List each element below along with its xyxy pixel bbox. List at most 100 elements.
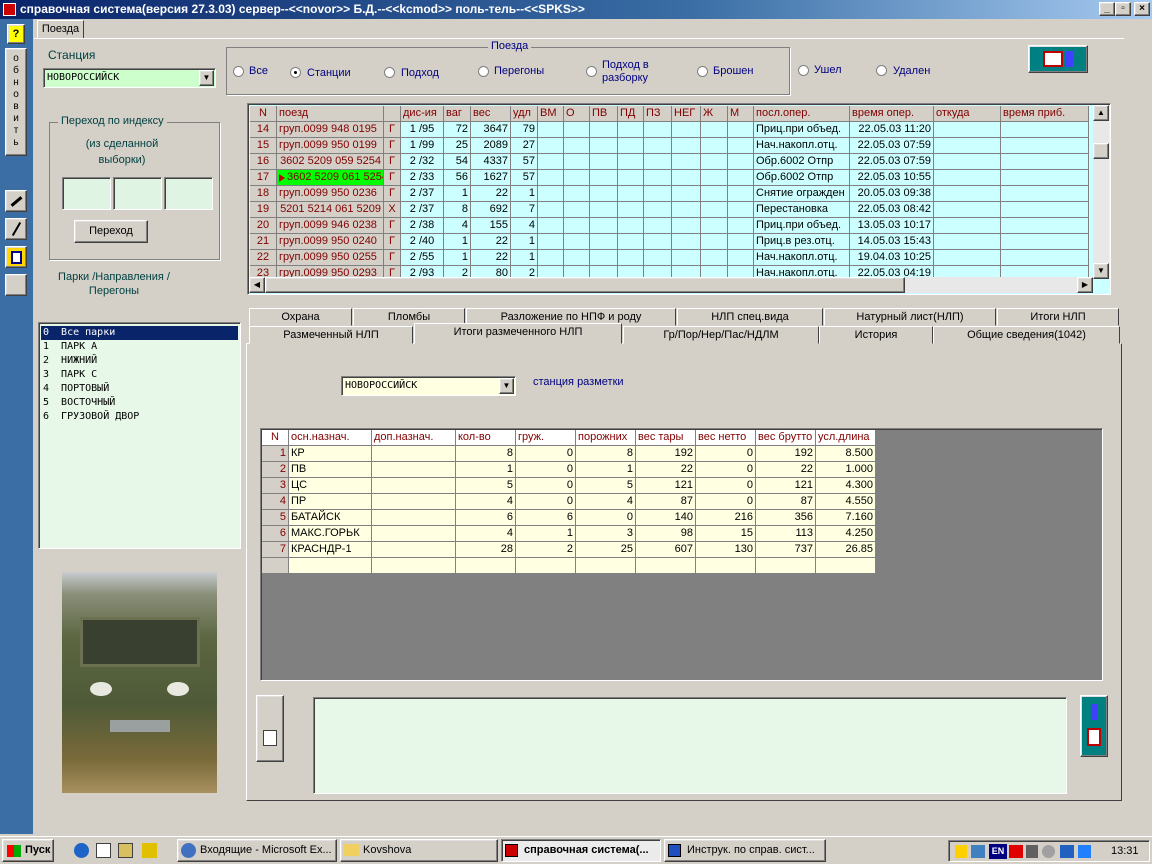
summary-cell[interactable]: 8 <box>456 446 516 462</box>
index-field-2[interactable] <box>113 177 162 210</box>
trains-header-10[interactable]: ПД <box>618 106 644 122</box>
line-tool-button[interactable] <box>5 218 27 240</box>
trains-cell[interactable] <box>564 250 590 266</box>
trains-cell[interactable] <box>644 122 672 138</box>
trains-cell[interactable]: Нач.накопл.отц. <box>754 250 850 266</box>
trains-cell[interactable]: груп.0099 946 0238 <box>277 218 384 234</box>
trains-cell[interactable]: Приц.при объед. <box>754 122 850 138</box>
summary-row-number[interactable]: 6 <box>262 526 289 542</box>
trains-cell[interactable] <box>672 170 701 186</box>
trains-cell[interactable]: 2 /32 <box>401 154 444 170</box>
trains-table[interactable]: Nпоезд дис-ия ваг вес удл ВМ О ПВ ПД ПЗ НЕГ Ж Мпосл.… <box>247 103 1111 295</box>
trains-cell[interactable] <box>1001 202 1089 218</box>
trains-cell[interactable]: 4 <box>444 218 471 234</box>
summary-cell[interactable]: 121 <box>756 478 816 494</box>
trains-cell[interactable] <box>564 154 590 170</box>
summary-header-1[interactable]: осн.назнач. <box>289 430 372 446</box>
summary-cell[interactable]: 15 <box>696 526 756 542</box>
trains-cell[interactable]: груп.0099 950 0199 <box>277 138 384 154</box>
summary-cell[interactable]: 1 <box>576 462 636 478</box>
trains-row-number[interactable]: 21 <box>250 234 277 250</box>
trains-cell[interactable]: Х <box>384 202 401 218</box>
trains-cell[interactable]: 22.05.03 07:59 <box>850 138 934 154</box>
trains-cell[interactable] <box>538 218 564 234</box>
trains-cell[interactable]: Г <box>384 218 401 234</box>
trains-cell[interactable]: 1627 <box>471 170 511 186</box>
trains-cell[interactable] <box>564 138 590 154</box>
scroll-left-button[interactable]: ◀ <box>249 277 265 293</box>
trains-cell[interactable] <box>728 186 754 202</box>
trains-cell[interactable] <box>1001 186 1089 202</box>
close-button[interactable]: × <box>1134 2 1150 16</box>
summary-cell[interactable] <box>372 542 456 558</box>
taskbar-button-outlook[interactable]: Входящие - Microsoft Ex... <box>177 839 337 862</box>
park-item-all[interactable]: 0 Все парки <box>41 326 238 340</box>
summary-cell[interactable] <box>816 558 876 574</box>
trains-row-number[interactable]: 14 <box>250 122 277 138</box>
trains-header-15[interactable]: посл.опер. <box>754 106 850 122</box>
hscroll-thumb[interactable] <box>265 277 905 293</box>
trains-header-4[interactable]: ваг <box>444 106 471 122</box>
summary-row-number[interactable]: 2 <box>262 462 289 478</box>
summary-cell[interactable] <box>372 494 456 510</box>
tab-1[interactable]: Охрана <box>249 308 352 326</box>
trains-cell[interactable]: 692 <box>471 202 511 218</box>
summary-cell[interactable]: 25 <box>576 542 636 558</box>
trains-cell[interactable] <box>1001 250 1089 266</box>
trains-cell[interactable] <box>934 170 1001 186</box>
trains-cell[interactable]: 2 /38 <box>401 218 444 234</box>
trains-cell[interactable] <box>1001 218 1089 234</box>
summary-cell[interactable]: МАКС.ГОРЬК <box>289 526 372 542</box>
summary-cell[interactable]: 130 <box>696 542 756 558</box>
trains-cell[interactable]: 22 <box>471 186 511 202</box>
summary-row-number[interactable]: 4 <box>262 494 289 510</box>
trains-cell[interactable]: Перестановка <box>754 202 850 218</box>
trains-cell[interactable] <box>564 186 590 202</box>
trains-cell[interactable]: 8 <box>444 202 471 218</box>
trains-cell[interactable] <box>701 202 728 218</box>
trains-cell[interactable]: Обр.6002 Отпр <box>754 154 850 170</box>
tab-7[interactable]: Размеченный НЛП <box>249 326 413 344</box>
summary-cell[interactable]: 607 <box>636 542 696 558</box>
trains-cell[interactable] <box>590 218 618 234</box>
trains-header-9[interactable]: ПВ <box>590 106 618 122</box>
trains-cell[interactable] <box>618 154 644 170</box>
trains-header-8[interactable]: О <box>564 106 590 122</box>
summary-cell[interactable] <box>576 558 636 574</box>
trains-cell[interactable]: 22.05.03 10:55 <box>850 170 934 186</box>
trains-cell[interactable] <box>590 154 618 170</box>
trains-header-0[interactable]: N <box>250 106 277 122</box>
trains-cell[interactable] <box>728 170 754 186</box>
trains-header-14[interactable]: М <box>728 106 754 122</box>
summary-cell[interactable]: 3 <box>576 526 636 542</box>
summary-cell[interactable]: ПР <box>289 494 372 510</box>
trains-cell[interactable]: Обр.6002 Отпр <box>754 170 850 186</box>
trains-cell[interactable] <box>564 218 590 234</box>
summary-cell[interactable]: 0 <box>696 446 756 462</box>
trains-cell[interactable]: 22 <box>471 234 511 250</box>
trains-header-13[interactable]: Ж <box>701 106 728 122</box>
trains-cell[interactable] <box>728 250 754 266</box>
blank-tool-button[interactable] <box>5 274 27 296</box>
scroll-thumb[interactable] <box>1093 143 1109 159</box>
trains-cell[interactable] <box>672 250 701 266</box>
summary-cell[interactable]: 192 <box>636 446 696 462</box>
summary-cell[interactable]: 1 <box>516 526 576 542</box>
summary-cell[interactable]: 28 <box>456 542 516 558</box>
summary-cell[interactable]: 87 <box>756 494 816 510</box>
summary-cell[interactable]: 192 <box>756 446 816 462</box>
memo-field[interactable] <box>313 697 1067 794</box>
trains-cell[interactable]: 1 <box>444 250 471 266</box>
park-item-port[interactable]: 4 ПОРТОВЫЙ <box>41 382 109 396</box>
summary-cell[interactable]: 5 <box>456 478 516 494</box>
jump-button[interactable]: Переход <box>74 220 148 243</box>
summary-cell[interactable]: 0 <box>516 478 576 494</box>
trains-cell[interactable] <box>538 234 564 250</box>
trains-cell[interactable]: 7 <box>511 202 538 218</box>
summary-cell[interactable]: 121 <box>636 478 696 494</box>
tool-icon[interactable] <box>142 843 157 858</box>
trains-cell[interactable] <box>672 218 701 234</box>
explorer-icon[interactable] <box>118 843 133 858</box>
trains-cell[interactable]: Г <box>384 250 401 266</box>
summary-cell[interactable] <box>372 526 456 542</box>
